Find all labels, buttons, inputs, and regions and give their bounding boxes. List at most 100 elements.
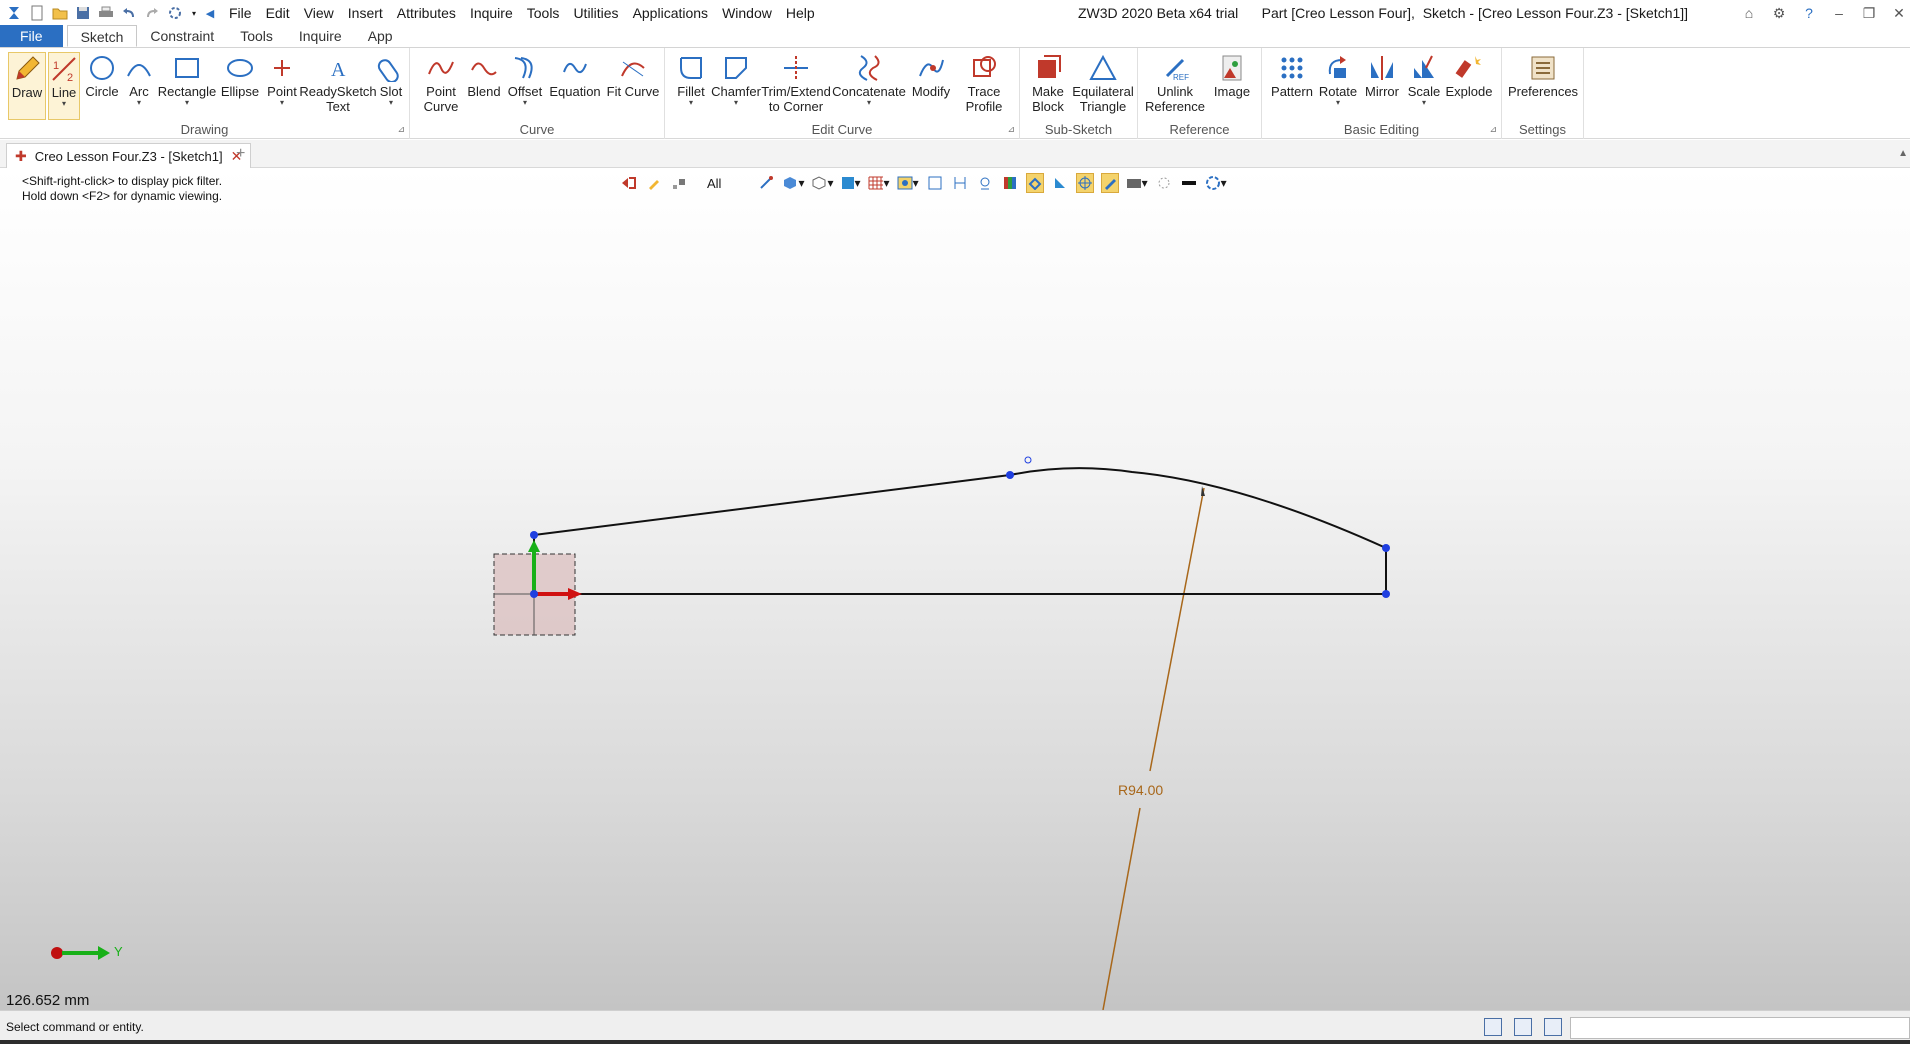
slot-button[interactable]: Slot ▾ bbox=[376, 52, 406, 120]
pattern-icon bbox=[1276, 52, 1308, 84]
menu-edit[interactable]: Edit bbox=[259, 0, 297, 26]
menu-file[interactable]: File bbox=[222, 0, 259, 26]
line-dropdown-icon[interactable]: ▾ bbox=[62, 100, 66, 108]
layout-icon[interactable] bbox=[1484, 1018, 1502, 1036]
save-icon[interactable] bbox=[74, 4, 92, 22]
sketch-arc[interactable] bbox=[1009, 467, 1387, 549]
equilateral-triangle-button[interactable]: Equilateral Triangle bbox=[1072, 52, 1134, 120]
document-tab[interactable]: ✚ Creo Lesson Four.Z3 - [Sketch1] ✕ bbox=[6, 143, 252, 168]
menu-tools[interactable]: Tools bbox=[520, 0, 567, 26]
group-label-sub-sketch: Sub-Sketch bbox=[1044, 122, 1113, 137]
fillet-dropdown-icon[interactable]: ▾ bbox=[689, 99, 693, 107]
rectangle-button[interactable]: Rectangle ▾ bbox=[158, 52, 216, 120]
vertex-bottom-right[interactable] bbox=[1382, 590, 1390, 598]
menu-insert[interactable]: Insert bbox=[341, 0, 390, 26]
chamfer-button[interactable]: Chamfer ▾ bbox=[711, 52, 761, 120]
close-button[interactable]: ✕ bbox=[1888, 2, 1910, 24]
draw-button[interactable]: Draw bbox=[8, 52, 46, 120]
rotate-button[interactable]: Rotate ▾ bbox=[1318, 52, 1358, 120]
blend-button[interactable]: Blend bbox=[466, 52, 502, 120]
point-curve-button[interactable]: Point Curve bbox=[420, 52, 462, 120]
concatenate-dropdown-icon[interactable]: ▾ bbox=[867, 99, 871, 107]
equation-button[interactable]: Equation bbox=[548, 52, 602, 120]
radius-dimension-label[interactable]: R94.00 bbox=[1118, 782, 1163, 798]
open-file-icon[interactable] bbox=[51, 4, 69, 22]
collapse-ribbon-icon[interactable]: ▲ bbox=[1898, 148, 1908, 159]
vertex-arc-end[interactable] bbox=[1382, 544, 1390, 552]
edit-curve-launcher-icon[interactable]: ⊿ bbox=[1007, 124, 1015, 135]
home-icon[interactable]: ⌂ bbox=[1738, 2, 1760, 24]
vertex-top-left[interactable] bbox=[530, 531, 538, 539]
menu-help[interactable]: Help bbox=[779, 0, 822, 26]
radius-dimension-leader-lower[interactable] bbox=[1102, 807, 1141, 1010]
menu-applications[interactable]: Applications bbox=[626, 0, 716, 26]
menu-attributes[interactable]: Attributes bbox=[390, 0, 463, 26]
settings-gear-icon[interactable]: ⚙ bbox=[1768, 2, 1790, 24]
point-button[interactable]: Point ▾ bbox=[264, 52, 300, 120]
arc-dropdown-icon[interactable]: ▾ bbox=[137, 99, 141, 107]
menu-inquire[interactable]: Inquire bbox=[463, 0, 520, 26]
mirror-button[interactable]: Mirror bbox=[1362, 52, 1402, 120]
tab-file[interactable]: File bbox=[0, 25, 63, 47]
make-block-button[interactable]: Make Block bbox=[1028, 52, 1068, 120]
scale-button[interactable]: Scale ▾ bbox=[1406, 52, 1442, 120]
circle-button[interactable]: Circle bbox=[84, 52, 120, 120]
trim-extend-button[interactable]: Trim/Extend to Corner bbox=[761, 52, 831, 120]
arc-button[interactable]: Arc ▾ bbox=[124, 52, 154, 120]
line-button[interactable]: 12 Line ▾ bbox=[48, 52, 80, 120]
basic-editing-launcher-icon[interactable]: ⊿ bbox=[1489, 124, 1497, 135]
preferences-button[interactable]: Preferences bbox=[1508, 52, 1578, 120]
scale-dropdown-icon[interactable]: ▾ bbox=[1422, 99, 1426, 107]
quick-access-dropdown-icon[interactable]: ▾ bbox=[189, 4, 199, 22]
arc-center-marker[interactable] bbox=[1024, 456, 1032, 464]
explode-button[interactable]: Explode bbox=[1446, 52, 1493, 120]
sketch-canvas[interactable] bbox=[0, 168, 1910, 1010]
radius-dimension-leader-upper[interactable] bbox=[1149, 487, 1205, 772]
new-file-icon[interactable] bbox=[28, 4, 46, 22]
concatenate-button[interactable]: Concatenate ▾ bbox=[832, 52, 906, 120]
modify-button[interactable]: Modify bbox=[909, 52, 953, 120]
restore-button[interactable]: ❐ bbox=[1858, 2, 1880, 24]
offset-dropdown-icon[interactable]: ▾ bbox=[523, 99, 527, 107]
ellipse-button[interactable]: Ellipse bbox=[220, 52, 260, 120]
display-icon[interactable] bbox=[1514, 1018, 1532, 1036]
unlink-reference-button[interactable]: REF Unlink Reference bbox=[1144, 52, 1206, 120]
tab-sketch[interactable]: Sketch bbox=[66, 25, 138, 47]
list-icon[interactable] bbox=[1544, 1018, 1562, 1036]
app-logo-icon[interactable] bbox=[5, 4, 23, 22]
back-arrow-icon[interactable]: ◀ bbox=[204, 4, 216, 22]
rotate-dropdown-icon[interactable]: ▾ bbox=[1336, 99, 1340, 107]
readysketch-text-button[interactable]: A ReadySketch Text bbox=[299, 52, 376, 120]
rectangle-dropdown-icon[interactable]: ▾ bbox=[185, 99, 189, 107]
command-input[interactable] bbox=[1570, 1017, 1910, 1039]
selection-mode-icon[interactable] bbox=[166, 4, 184, 22]
trace-profile-button[interactable]: Trace Profile bbox=[959, 52, 1009, 120]
chamfer-dropdown-icon[interactable]: ▾ bbox=[734, 99, 738, 107]
tab-tools[interactable]: Tools bbox=[227, 25, 286, 47]
sketch-top-line[interactable] bbox=[533, 474, 1011, 536]
add-tab-icon[interactable]: + bbox=[236, 145, 245, 163]
tab-inquire[interactable]: Inquire bbox=[286, 25, 355, 47]
point-dropdown-icon[interactable]: ▾ bbox=[280, 99, 284, 107]
print-icon[interactable] bbox=[97, 4, 115, 22]
undo-icon[interactable] bbox=[120, 4, 138, 22]
vertex-arc-start[interactable] bbox=[1006, 471, 1014, 479]
image-button[interactable]: Image bbox=[1212, 52, 1252, 120]
drawing-launcher-icon[interactable]: ⊿ bbox=[397, 124, 405, 135]
graphics-viewport[interactable]: <Shift-right-click> to display pick filt… bbox=[0, 168, 1910, 1010]
menu-window[interactable]: Window bbox=[715, 0, 779, 26]
origin-point[interactable] bbox=[530, 590, 538, 598]
fillet-button[interactable]: Fillet ▾ bbox=[673, 52, 709, 120]
fit-curve-button[interactable]: Fit Curve bbox=[606, 52, 660, 120]
slot-dropdown-icon[interactable]: ▾ bbox=[389, 99, 393, 107]
redo-icon[interactable] bbox=[143, 4, 161, 22]
pattern-button[interactable]: Pattern bbox=[1270, 52, 1314, 120]
menu-view[interactable]: View bbox=[297, 0, 341, 26]
minimize-button[interactable]: – bbox=[1828, 2, 1850, 24]
help-icon[interactable]: ? bbox=[1798, 2, 1820, 24]
offset-button[interactable]: Offset ▾ bbox=[506, 52, 544, 120]
tab-constraint[interactable]: Constraint bbox=[137, 25, 227, 47]
menu-utilities[interactable]: Utilities bbox=[566, 0, 625, 26]
tab-app[interactable]: App bbox=[355, 25, 406, 47]
pin-icon[interactable]: ✚ bbox=[15, 148, 27, 165]
